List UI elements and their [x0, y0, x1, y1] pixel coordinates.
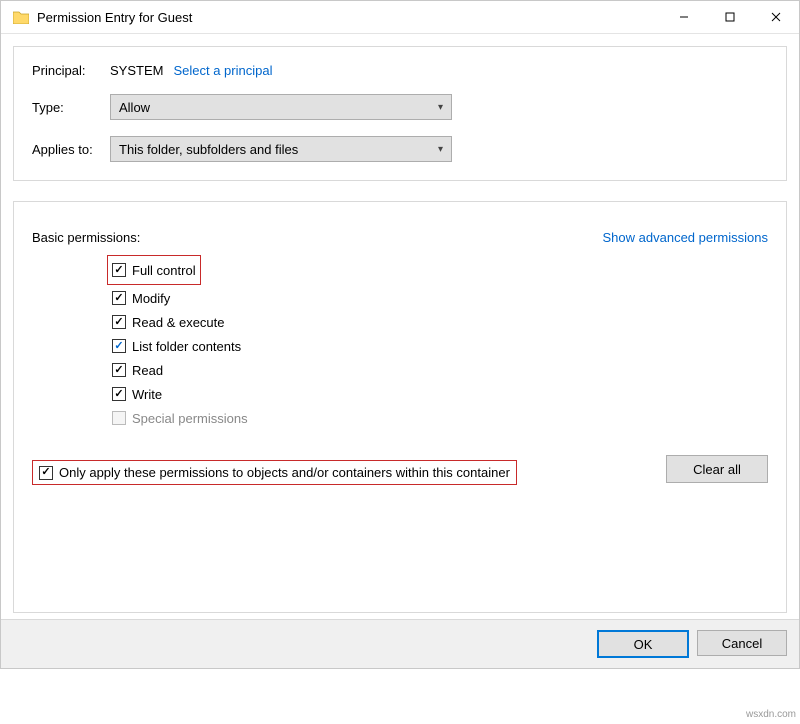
permission-item: Read & execute	[112, 310, 768, 334]
minimize-button[interactable]	[661, 1, 707, 33]
cancel-button[interactable]: Cancel	[697, 630, 787, 656]
dialog-footer: OK Cancel	[1, 619, 799, 668]
permission-label: Special permissions	[132, 411, 248, 426]
chevron-down-icon: ▾	[438, 102, 443, 113]
permission-label: List folder contents	[132, 339, 241, 354]
principal-panel: Principal: SYSTEM Select a principal Typ…	[13, 46, 787, 181]
show-advanced-permissions-link[interactable]: Show advanced permissions	[603, 230, 768, 245]
only-apply-checkbox[interactable]	[39, 466, 53, 480]
only-apply-row: Only apply these permissions to objects …	[32, 460, 517, 485]
permission-checkbox[interactable]	[112, 363, 126, 377]
type-label: Type:	[32, 100, 110, 115]
permission-label: Read & execute	[132, 315, 225, 330]
permission-label: Full control	[132, 263, 196, 278]
only-apply-label: Only apply these permissions to objects …	[59, 465, 510, 480]
clear-all-button[interactable]: Clear all	[666, 455, 768, 483]
cancel-label: Cancel	[722, 636, 762, 651]
window-buttons	[661, 1, 799, 33]
applies-to-label: Applies to:	[32, 142, 110, 157]
close-button[interactable]	[753, 1, 799, 33]
chevron-down-icon: ▾	[438, 144, 443, 155]
basic-permissions-label: Basic permissions:	[32, 230, 140, 245]
clear-all-label: Clear all	[693, 462, 741, 477]
titlebar: Permission Entry for Guest	[1, 1, 799, 34]
select-principal-link[interactable]: Select a principal	[173, 63, 272, 78]
permission-checkbox[interactable]	[112, 387, 126, 401]
type-select[interactable]: Allow ▾	[110, 94, 452, 120]
permissions-list: Full control Modify Read & execute List fol…	[112, 255, 768, 430]
applies-to-select[interactable]: This folder, subfolders and files ▾	[110, 136, 452, 162]
permission-checkbox[interactable]	[112, 263, 126, 277]
permission-item: List folder contents	[112, 334, 768, 358]
ok-button[interactable]: OK	[597, 630, 689, 658]
permission-label: Write	[132, 387, 162, 402]
permission-label: Read	[132, 363, 163, 378]
permission-entry-dialog: Permission Entry for Guest Principal: SY…	[0, 0, 800, 669]
folder-icon	[13, 10, 29, 24]
applies-to-select-value: This folder, subfolders and files	[119, 142, 298, 157]
permission-checkbox[interactable]	[112, 291, 126, 305]
watermark: wsxdn.com	[746, 709, 796, 720]
permission-item: Modify	[112, 286, 768, 310]
type-select-value: Allow	[119, 100, 150, 115]
maximize-button[interactable]	[707, 1, 753, 33]
permission-checkbox	[112, 411, 126, 425]
permission-checkbox[interactable]	[112, 315, 126, 329]
permissions-panel: Basic permissions: Show advanced permiss…	[13, 201, 787, 613]
permission-label: Modify	[132, 291, 170, 306]
principal-label: Principal:	[32, 63, 110, 78]
ok-label: OK	[634, 637, 653, 652]
permission-checkbox[interactable]	[112, 339, 126, 353]
principal-name: SYSTEM	[110, 63, 163, 78]
permission-item: Full control	[107, 255, 201, 285]
permission-item: Special permissions	[112, 406, 768, 430]
window-title: Permission Entry for Guest	[37, 10, 661, 25]
permission-item: Read	[112, 358, 768, 382]
permission-item: Write	[112, 382, 768, 406]
